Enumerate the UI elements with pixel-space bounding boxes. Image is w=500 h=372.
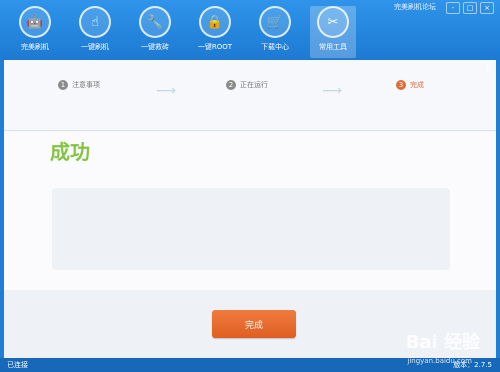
tool-download-label: 下载中心 xyxy=(261,43,289,51)
step-3: 3 完成 xyxy=(396,80,424,90)
tool-rescue[interactable]: 🔧 一键救砖 xyxy=(132,6,178,58)
tool-root[interactable]: 🔒 一键ROOT xyxy=(192,6,238,58)
download-icon[interactable]: ⤓ xyxy=(485,60,490,75)
window-controls: - □ × xyxy=(446,2,494,14)
step-1-number: 1 xyxy=(58,80,68,90)
step-1-label: 注意事项 xyxy=(72,81,100,89)
toolbar: 完美刷机论坛 - □ × 🤖 完美刷机 ☝ 一键刷机 🔧 一键救砖 🔒 一键RO… xyxy=(0,0,500,60)
watermark-url: jingyan.baidu.com xyxy=(407,357,472,365)
tool-rescue-label: 一键救砖 xyxy=(141,43,169,51)
tool-common-tools[interactable]: ✂ 常用工具 xyxy=(310,6,356,58)
minimize-button[interactable]: - xyxy=(446,2,460,14)
log-area xyxy=(52,188,450,270)
cart-icon: 🛒 xyxy=(259,6,291,38)
success-text: 成功 xyxy=(50,140,90,164)
tool-root-label: 一键ROOT xyxy=(197,43,233,51)
app-window: 完美刷机论坛 - □ × 🤖 完美刷机 ☝ 一键刷机 🔧 一键救砖 🔒 一键RO… xyxy=(0,0,500,372)
tool-one-click-flash-label: 一键刷机 xyxy=(81,43,109,51)
tool-flash-label: 完美刷机 xyxy=(21,43,49,51)
forum-link[interactable]: 完美刷机论坛 xyxy=(394,2,436,12)
connection-status: 已连接 xyxy=(7,361,28,369)
arrow-icon: ⟶ xyxy=(156,83,177,99)
section-divider xyxy=(4,130,496,131)
tools-icon: ✂ xyxy=(317,6,349,38)
touch-icon: ☝ xyxy=(79,6,111,38)
lock-icon: 🔒 xyxy=(199,6,231,38)
step-3-number: 3 xyxy=(396,80,406,90)
step-3-label: 完成 xyxy=(410,81,424,89)
tool-common-tools-label: 常用工具 xyxy=(319,43,347,51)
tool-one-click-flash[interactable]: ☝ 一键刷机 xyxy=(72,6,118,58)
step-2-number: 2 xyxy=(226,80,236,90)
finish-button[interactable]: 完成 xyxy=(212,310,296,338)
step-1: 1 注意事项 xyxy=(58,80,100,90)
step-2: 2 正在运行 xyxy=(226,80,268,90)
watermark-brand: Bai 经验 xyxy=(405,332,480,353)
android-icon: 🤖 xyxy=(19,6,51,38)
steps-bar: 1 注意事项 ⟶ 2 正在运行 ⟶ 3 完成 ⤓ xyxy=(4,60,496,100)
repair-icon: 🔧 xyxy=(139,6,171,38)
tool-flash[interactable]: 🤖 完美刷机 xyxy=(12,6,58,58)
step-2-label: 正在运行 xyxy=(240,81,268,89)
tool-download[interactable]: 🛒 下载中心 xyxy=(252,6,298,58)
close-button[interactable]: × xyxy=(480,2,494,14)
arrow-icon: ⟶ xyxy=(322,83,343,99)
maximize-button[interactable]: □ xyxy=(463,2,477,14)
